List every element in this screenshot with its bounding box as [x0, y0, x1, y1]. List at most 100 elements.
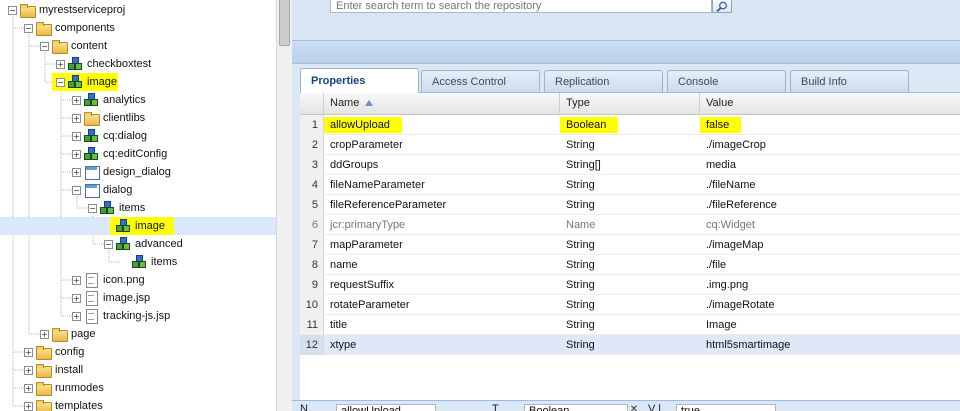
expand-icon[interactable]: +	[72, 275, 81, 285]
expand-icon[interactable]: +	[56, 59, 65, 69]
search-button[interactable]	[712, 0, 732, 13]
tab-build-info[interactable]: Build Info	[790, 70, 909, 92]
tree-scrollbar[interactable]	[276, 0, 292, 411]
property-value-cell[interactable]: .img.png	[700, 275, 960, 295]
tree-node[interactable]: + cq:editConfig	[72, 145, 168, 163]
tree-node[interactable]: items	[120, 253, 178, 271]
property-row[interactable]: 1 allowUpload Boolean false	[300, 115, 960, 135]
collapse-icon[interactable]: −	[72, 185, 81, 195]
tree-node[interactable]: + checkboxtest	[56, 55, 152, 73]
property-type-cell[interactable]: String	[560, 295, 700, 315]
property-name-cell[interactable]: mapParameter	[324, 235, 560, 255]
expand-icon[interactable]: +	[40, 329, 49, 339]
edit-type-select[interactable]	[524, 404, 628, 411]
collapse-icon[interactable]: −	[88, 203, 97, 213]
property-value-cell[interactable]: ./fileReference	[700, 195, 960, 215]
tree-node[interactable]: + templates	[24, 397, 104, 411]
tree-node[interactable]: − advanced	[104, 235, 184, 253]
tree-scrollbar-thumb[interactable]	[279, 0, 290, 46]
tree-node[interactable]: + tracking-js.jsp	[72, 307, 171, 325]
property-type-cell[interactable]: Boolean	[560, 115, 700, 135]
tree-node[interactable]: + page	[40, 325, 96, 343]
edit-name-field[interactable]	[336, 404, 436, 411]
tree-node[interactable]: + cq:dialog	[72, 127, 148, 145]
property-value-cell[interactable]: ./fileName	[700, 175, 960, 195]
property-row[interactable]: 11 title String Image	[300, 315, 960, 335]
tree-node[interactable]: + image.jsp	[72, 289, 151, 307]
tree-node[interactable]: − dialog	[72, 181, 133, 199]
property-value-cell[interactable]: false	[700, 115, 960, 135]
property-name-cell[interactable]: cropParameter	[324, 135, 560, 155]
property-name-cell[interactable]: name	[324, 255, 560, 275]
expand-icon[interactable]: +	[72, 311, 81, 321]
property-name-cell[interactable]: rotateParameter	[324, 295, 560, 315]
property-name-cell[interactable]: xtype	[324, 335, 560, 355]
collapse-icon[interactable]: −	[8, 5, 17, 15]
tab-properties[interactable]: Properties	[300, 68, 419, 93]
property-value-cell[interactable]: cq:Widget	[700, 215, 960, 235]
property-name-cell[interactable]: fileReferenceParameter	[324, 195, 560, 215]
expand-icon[interactable]: +	[72, 293, 81, 303]
property-row[interactable]: 9 requestSuffix String .img.png	[300, 275, 960, 295]
collapse-icon[interactable]: −	[40, 41, 49, 51]
edit-value-field[interactable]	[676, 404, 776, 411]
property-value-cell[interactable]: ./imageCrop	[700, 135, 960, 155]
expand-icon[interactable]: +	[24, 365, 33, 375]
property-type-cell[interactable]: Name	[560, 215, 700, 235]
tree-node[interactable]: + config	[24, 343, 85, 361]
property-name-cell[interactable]: jcr:primaryType	[324, 215, 560, 235]
property-value-cell[interactable]: media	[700, 155, 960, 175]
collapse-icon[interactable]: −	[56, 77, 65, 87]
property-row[interactable]: 12 xtype String html5smartimage	[300, 335, 960, 355]
expand-icon[interactable]: +	[72, 149, 81, 159]
expand-icon[interactable]: +	[72, 113, 81, 123]
property-value-cell[interactable]: Image	[700, 315, 960, 335]
search-input[interactable]	[330, 0, 712, 13]
tab-access-control[interactable]: Access Control	[421, 70, 540, 92]
property-row[interactable]: 6 jcr:primaryType Name cq:Widget	[300, 215, 960, 235]
property-row[interactable]: 7 mapParameter String ./imageMap	[300, 235, 960, 255]
property-name-cell[interactable]: fileNameParameter	[324, 175, 560, 195]
tree-node[interactable]: + icon.png	[72, 271, 146, 289]
property-type-cell[interactable]: String	[560, 195, 700, 215]
tree-node[interactable]: − items	[88, 199, 146, 217]
expand-icon[interactable]: +	[24, 383, 33, 393]
property-type-cell[interactable]: String	[560, 235, 700, 255]
property-name-cell[interactable]: ddGroups	[324, 155, 560, 175]
tree-node[interactable]: − content	[40, 37, 108, 55]
property-value-cell[interactable]: ./imageMap	[700, 235, 960, 255]
column-header-name[interactable]: Name	[324, 93, 560, 114]
tree-node[interactable]: + clientlibs	[72, 109, 146, 127]
expand-icon[interactable]: +	[72, 167, 81, 177]
property-type-cell[interactable]: String	[560, 135, 700, 155]
tab-console[interactable]: Console	[667, 70, 786, 92]
tree-node[interactable]: − myrestserviceproj	[8, 1, 126, 19]
collapse-icon[interactable]: −	[24, 23, 33, 33]
tree-node[interactable]: − image	[52, 73, 118, 91]
property-value-cell[interactable]: ./file	[700, 255, 960, 275]
property-type-cell[interactable]: String	[560, 175, 700, 195]
close-icon[interactable]: ✕	[628, 404, 640, 411]
property-type-cell[interactable]: String	[560, 255, 700, 275]
property-type-cell[interactable]: String	[560, 275, 700, 295]
property-row[interactable]: 4 fileNameParameter String ./fileName	[300, 175, 960, 195]
property-row[interactable]: 5 fileReferenceParameter String ./fileRefer…	[300, 195, 960, 215]
property-value-cell[interactable]: ./imageRotate	[700, 295, 960, 315]
property-name-cell[interactable]: title	[324, 315, 560, 335]
property-row[interactable]: 3 ddGroups String[] media	[300, 155, 960, 175]
column-header-type[interactable]: Type	[560, 93, 700, 114]
tree-node[interactable]: + install	[24, 361, 84, 379]
property-type-cell[interactable]: String[]	[560, 155, 700, 175]
property-type-cell[interactable]: String	[560, 335, 700, 355]
property-row[interactable]: 2 cropParameter String ./imageCrop	[300, 135, 960, 155]
tree-node[interactable]: − components	[24, 19, 116, 37]
expand-icon[interactable]: +	[24, 401, 33, 411]
expand-icon[interactable]: +	[24, 347, 33, 357]
tree-node[interactable]: + design_dialog	[72, 163, 172, 181]
tree-node[interactable]: image	[0, 217, 276, 235]
tab-replication[interactable]: Replication	[544, 70, 663, 92]
property-value-cell[interactable]: html5smartimage	[700, 335, 960, 355]
tree-node[interactable]: + runmodes	[24, 379, 105, 397]
property-type-cell[interactable]: String	[560, 315, 700, 335]
column-header-value[interactable]: Value	[700, 93, 960, 114]
